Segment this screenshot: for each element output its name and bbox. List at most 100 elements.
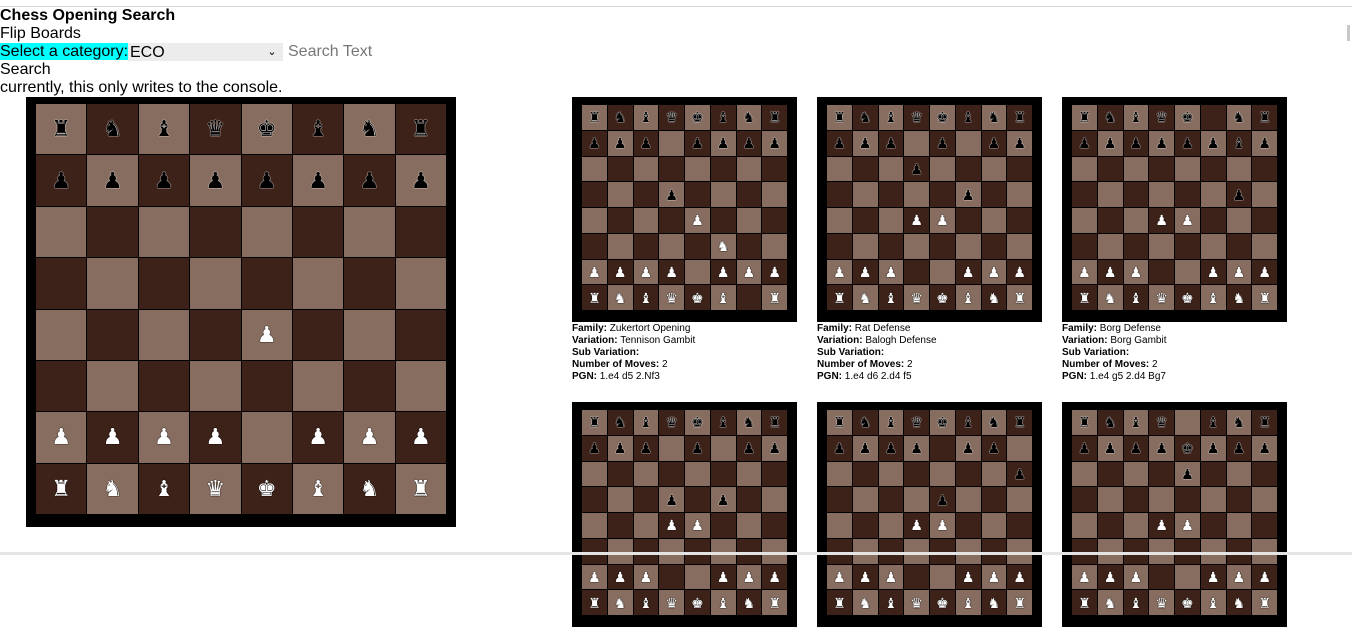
board-square[interactable]: ♟ — [1149, 435, 1174, 461]
black-pawn-icon[interactable]: ♟ — [1078, 441, 1091, 455]
board-square[interactable] — [762, 182, 787, 207]
board-square[interactable] — [955, 461, 981, 487]
board-square[interactable] — [1007, 513, 1032, 538]
black-pawn-icon[interactable]: ♟ — [1104, 136, 1117, 150]
board-square[interactable]: ♛ — [190, 104, 241, 155]
black-king-icon[interactable]: ♚ — [257, 118, 277, 140]
black-pawn-icon[interactable]: ♟ — [885, 441, 898, 455]
board-square[interactable] — [395, 309, 446, 360]
board-square[interactable]: ♟ — [685, 435, 710, 461]
board-square[interactable]: ♟ — [659, 487, 684, 512]
white-queen-icon[interactable]: ♛ — [1155, 291, 1168, 305]
black-pawn-icon[interactable]: ♟ — [1258, 441, 1271, 455]
board-square[interactable]: ♟ — [659, 182, 684, 207]
board-square[interactable]: ♜ — [36, 463, 87, 514]
board-square[interactable] — [930, 182, 955, 207]
board-square[interactable] — [1072, 487, 1097, 512]
board-square[interactable]: ♝ — [955, 105, 981, 130]
black-queen-icon[interactable]: ♛ — [910, 110, 923, 124]
black-bishop-icon[interactable]: ♝ — [640, 110, 653, 124]
board-square[interactable] — [344, 360, 395, 412]
board-square[interactable] — [904, 233, 929, 259]
board-square[interactable] — [1175, 233, 1200, 259]
board-square[interactable]: ♟ — [685, 208, 710, 233]
board-square[interactable]: ♟ — [1226, 259, 1252, 285]
black-pawn-icon[interactable]: ♟ — [154, 169, 174, 192]
black-rook-icon[interactable]: ♜ — [588, 415, 601, 429]
board-square[interactable]: ♜ — [762, 285, 787, 310]
black-queen-icon[interactable]: ♛ — [910, 415, 923, 429]
board-square[interactable] — [1175, 156, 1200, 182]
board-square[interactable]: ♞ — [1097, 590, 1123, 615]
white-pawn-icon[interactable]: ♟ — [833, 265, 846, 279]
white-king-icon[interactable]: ♚ — [691, 291, 704, 305]
board-square[interactable] — [827, 487, 852, 512]
board-square[interactable] — [1149, 487, 1174, 512]
white-pawn-icon[interactable]: ♟ — [962, 570, 975, 584]
black-knight-icon[interactable]: ♞ — [614, 415, 627, 429]
black-pawn-icon[interactable]: ♟ — [1207, 441, 1220, 455]
black-knight-icon[interactable]: ♞ — [360, 118, 380, 140]
board-square[interactable]: ♟ — [710, 259, 736, 285]
board-square[interactable]: ♟ — [904, 208, 929, 233]
board-square[interactable] — [395, 206, 446, 258]
board-square[interactable]: ♞ — [736, 410, 762, 435]
white-rook-icon[interactable]: ♜ — [411, 477, 431, 500]
white-bishop-icon[interactable]: ♝ — [640, 596, 653, 610]
board-square[interactable]: ♜ — [762, 590, 787, 615]
board-square[interactable]: ♟ — [607, 564, 633, 590]
white-pawn-icon[interactable]: ♟ — [717, 265, 730, 279]
black-bishop-icon[interactable]: ♝ — [1130, 110, 1143, 124]
board-square[interactable]: ♝ — [633, 105, 659, 130]
board-square[interactable]: ♜ — [1252, 590, 1277, 615]
black-knight-icon[interactable]: ♞ — [1104, 415, 1117, 429]
black-rook-icon[interactable]: ♜ — [1078, 110, 1091, 124]
board-square[interactable] — [1123, 513, 1149, 538]
white-pawn-icon[interactable]: ♟ — [910, 518, 923, 532]
black-pawn-icon[interactable]: ♟ — [51, 169, 71, 192]
board-square[interactable]: ♜ — [1072, 285, 1097, 310]
black-knight-icon[interactable]: ♞ — [1104, 110, 1117, 124]
black-pawn-icon[interactable]: ♟ — [743, 441, 756, 455]
board-square[interactable]: ♝ — [1200, 285, 1226, 310]
board-square[interactable] — [1252, 461, 1277, 487]
board-square[interactable] — [1097, 513, 1123, 538]
board-square[interactable]: ♞ — [1226, 590, 1252, 615]
black-pawn-icon[interactable]: ♟ — [588, 441, 601, 455]
board-square[interactable]: ♝ — [710, 590, 736, 615]
board-square[interactable] — [36, 206, 87, 258]
board-square[interactable] — [1226, 208, 1252, 233]
board-square[interactable]: ♝ — [878, 285, 904, 310]
board-square[interactable] — [1175, 487, 1200, 512]
board-square[interactable]: ♟ — [1252, 259, 1277, 285]
board-square[interactable]: ♟ — [1175, 130, 1200, 156]
board-square[interactable]: ♟ — [955, 435, 981, 461]
board-square[interactable]: ♝ — [878, 590, 904, 615]
board-square[interactable] — [827, 513, 852, 538]
board-square[interactable] — [1226, 461, 1252, 487]
black-queen-icon[interactable]: ♛ — [665, 110, 678, 124]
flip-boards-button[interactable]: Flip Boards — [0, 25, 81, 43]
board-square[interactable]: ♟ — [827, 564, 852, 590]
board-square[interactable]: ♛ — [904, 285, 929, 310]
white-knight-icon[interactable]: ♞ — [614, 291, 627, 305]
white-pawn-icon[interactable]: ♟ — [1013, 570, 1026, 584]
board-square[interactable] — [582, 461, 607, 487]
board-square[interactable]: ♟ — [1123, 564, 1149, 590]
board-square[interactable]: ♟ — [1097, 435, 1123, 461]
black-queen-icon[interactable]: ♛ — [665, 415, 678, 429]
black-pawn-icon[interactable]: ♟ — [665, 493, 678, 507]
white-king-icon[interactable]: ♚ — [1181, 291, 1194, 305]
board-square[interactable] — [981, 182, 1007, 207]
white-pawn-icon[interactable]: ♟ — [103, 426, 123, 448]
board-square[interactable]: ♟ — [395, 155, 446, 206]
black-rook-icon[interactable]: ♜ — [1258, 110, 1271, 124]
board-square[interactable]: ♟ — [762, 259, 787, 285]
board-square[interactable]: ♛ — [1149, 410, 1174, 435]
board-square[interactable]: ♟ — [1200, 130, 1226, 156]
board-square[interactable] — [762, 487, 787, 512]
board-square[interactable] — [1200, 461, 1226, 487]
black-pawn-icon[interactable]: ♟ — [588, 136, 601, 150]
board-square[interactable] — [87, 360, 138, 412]
white-pawn-icon[interactable]: ♟ — [936, 518, 949, 532]
